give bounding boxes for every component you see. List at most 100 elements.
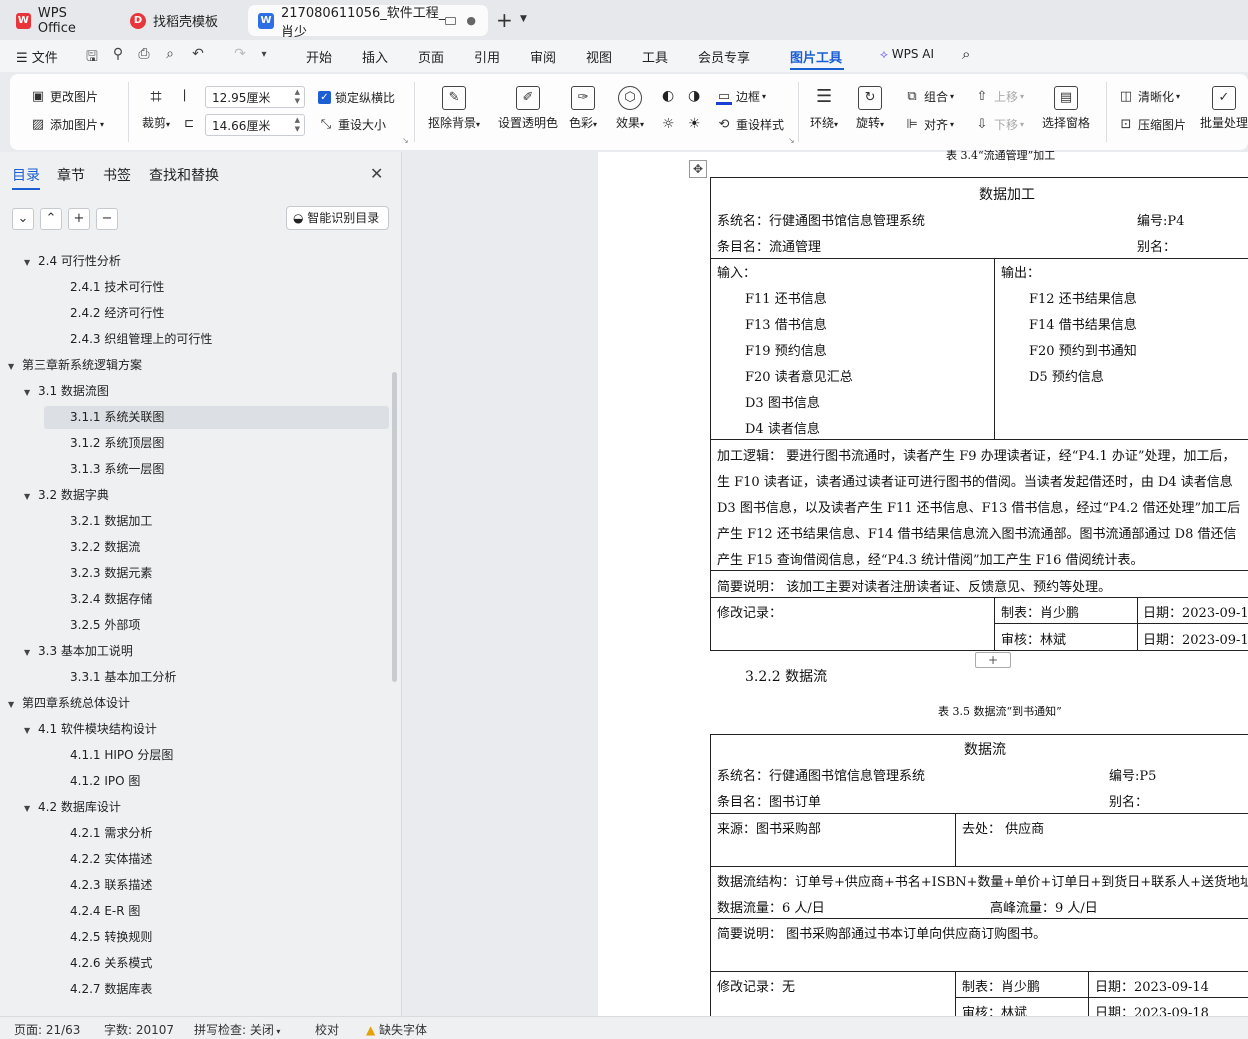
tab-bookmarks[interactable]: 书签 — [103, 165, 131, 185]
sharpen-button[interactable]: ◫ 清晰化 ▾ — [1118, 88, 1180, 105]
spell-check-toggle[interactable]: 拼写检查: 关闭 ▾ — [194, 1021, 280, 1038]
toc-item[interactable]: 4.2.2 实体描述 — [70, 848, 152, 871]
toc-item[interactable]: 3.3.1 基本加工分析 — [70, 666, 176, 689]
toc-item[interactable]: ▼ 4.1 软件模块结构设计 — [24, 718, 157, 741]
expand-arrow-icon[interactable]: ▼ — [24, 641, 38, 664]
expand-arrow-icon[interactable]: ▼ — [8, 693, 22, 716]
toc-item[interactable]: 4.2.1 需求分析 — [70, 822, 152, 845]
toc-item[interactable]: 4.2.5 转换规则 — [70, 926, 152, 949]
change-image-button[interactable]: ▣ 更改图片 — [30, 88, 98, 105]
toc-item[interactable]: 4.2.3 联系描述 — [70, 874, 152, 897]
crop-button[interactable]: ⌗ 裁剪▾ — [136, 86, 176, 131]
expand-arrow-icon[interactable]: ▼ — [8, 355, 22, 378]
expand-arrow-icon[interactable]: ▼ — [24, 719, 38, 742]
align-button[interactable]: ⊫ 对齐 ▾ — [904, 116, 954, 133]
border-button[interactable]: ▭ 边框 ▾ — [716, 88, 766, 105]
menu-insert[interactable]: 插入 — [362, 47, 388, 66]
reset-style-button[interactable]: ⟲ 重设样式 — [716, 116, 784, 133]
wps-ai-button[interactable]: ⟡ WPS AI — [880, 47, 934, 62]
sidebar-scrollbar[interactable] — [392, 372, 397, 682]
color-button[interactable]: ✑ 色彩▾ — [569, 86, 597, 131]
lock-ratio-checkbox[interactable]: ✓ 锁定纵横比 — [318, 89, 395, 106]
wrap-button[interactable]: ☰ 环绕▾ — [810, 86, 838, 131]
compress-button[interactable]: ⊡ 压缩图片 — [1118, 116, 1186, 133]
tab-document[interactable]: W 217080611056_软件工程_肖少 ● — [248, 5, 488, 40]
dialog-launcher-icon[interactable]: ↘ — [402, 136, 409, 145]
expand-arrow-icon[interactable]: ▼ — [24, 381, 38, 404]
stepper-icon[interactable]: ▲ ▼ — [295, 88, 300, 106]
chevron-down-icon[interactable]: ▾ — [256, 49, 272, 67]
expand-arrow-icon[interactable]: ▼ — [24, 797, 38, 820]
monitor-icon[interactable] — [445, 16, 456, 25]
expand-arrow-icon[interactable]: ▼ — [24, 485, 38, 508]
selection-pane-button[interactable]: ▤ 选择窗格 — [1042, 86, 1090, 131]
add-heading-button[interactable]: + — [68, 208, 90, 230]
toc-item[interactable]: 4.2.6 关系模式 — [70, 952, 152, 975]
stepper-icon[interactable]: ▲ ▼ — [295, 116, 300, 134]
toc-item[interactable]: ▼ 3.1 数据流图 — [24, 380, 109, 403]
reset-size-button[interactable]: ⤡ 重设大小 — [318, 116, 386, 133]
tab-find-replace[interactable]: 查找和替换 — [149, 165, 219, 185]
add-row-icon[interactable]: + — [975, 652, 1011, 668]
contrast-up-icon[interactable]: ◐ — [662, 88, 674, 104]
toc-item[interactable]: 3.2.1 数据加工 — [70, 510, 152, 533]
toc-item[interactable]: 4.1.1 HIPO 分层图 — [70, 744, 173, 767]
height-input[interactable]: 14.66厘米 ▲ ▼ — [205, 114, 305, 136]
toc-item[interactable]: 3.1.3 系统一层图 — [70, 458, 164, 481]
tab-wps-office[interactable]: W WPS Office — [6, 5, 114, 36]
undo-icon[interactable]: ↶ — [190, 46, 206, 64]
toc-item[interactable]: ▼ 第三章新系统逻辑方案 — [8, 354, 142, 377]
page-count[interactable]: 页面: 21/63 — [14, 1021, 80, 1038]
toc-item[interactable]: 2.4.1 技术可行性 — [70, 276, 164, 299]
toc-item[interactable]: 2.4.2 经济可行性 — [70, 302, 164, 325]
menu-page[interactable]: 页面 — [418, 47, 444, 66]
missing-font-button[interactable]: ▲ 缺失字体 — [366, 1021, 427, 1038]
toc-item[interactable]: ▼ 4.2 数据库设计 — [24, 796, 121, 819]
print-preview-icon[interactable]: ⌕ — [162, 46, 178, 64]
proofread-button[interactable]: 校对 — [315, 1021, 339, 1038]
toc-item[interactable]: 3.1.2 系统顶层图 — [70, 432, 164, 455]
toc-item[interactable]: ▼ 3.2 数据字典 — [24, 484, 109, 507]
toc-item[interactable]: ▼ 2.4 可行性分析 — [24, 250, 121, 273]
collapse-all-button[interactable]: ⌄ — [12, 208, 34, 230]
width-input[interactable]: 12.95厘米 ▲ ▼ — [205, 86, 305, 108]
menu-view[interactable]: 视图 — [586, 47, 612, 66]
effects-button[interactable]: ⬡ 效果▾ — [616, 86, 644, 131]
toc-item[interactable]: ▼ 3.3 基本加工说明 — [24, 640, 133, 663]
group-button[interactable]: ⧉ 组合 ▾ — [904, 88, 954, 105]
chevron-down-icon[interactable]: ▼ — [520, 14, 527, 24]
tab-templates[interactable]: D 找稻壳模板 — [120, 5, 242, 36]
add-image-button[interactable]: ▨ 添加图片 ▾ — [30, 116, 104, 133]
new-tab-icon[interactable]: + — [496, 8, 513, 32]
file-menu[interactable]: ☰ 文件 — [16, 47, 58, 66]
brightness-down-icon[interactable]: ☀ — [688, 116, 701, 132]
toc-item[interactable]: 4.1.2 IPO 图 — [70, 770, 140, 793]
remove-heading-button[interactable]: − — [96, 208, 118, 230]
toc-item[interactable]: 3.1.1 系统关联图 — [44, 406, 389, 429]
menu-reference[interactable]: 引用 — [474, 47, 500, 66]
toc-item[interactable]: 4.2.7 数据库表 — [70, 978, 152, 1001]
tab-chapters[interactable]: 章节 — [57, 165, 85, 185]
toc-item[interactable]: 3.2.3 数据元素 — [70, 562, 152, 585]
print-icon[interactable]: ⎙ — [136, 46, 152, 64]
move-down-button[interactable]: ⇩ 下移 ▾ — [974, 116, 1024, 133]
menu-picture-tools[interactable]: 图片工具 — [790, 47, 842, 66]
brightness-up-icon[interactable]: ☼ — [662, 116, 675, 132]
set-transparent-button[interactable]: ✐ 设置透明色 — [498, 86, 558, 131]
toc-item[interactable]: 3.2.2 数据流 — [70, 536, 140, 559]
redo-icon[interactable]: ↷ — [232, 46, 248, 64]
rotate-button[interactable]: ↻ 旋转▾ — [856, 86, 884, 131]
toc-item[interactable]: 4.2.4 E-R 图 — [70, 900, 140, 923]
toc-item[interactable]: 3.2.5 外部项 — [70, 614, 140, 637]
close-icon[interactable]: ✕ — [370, 164, 383, 183]
share-icon[interactable]: ⚲ — [110, 46, 126, 64]
tab-toc[interactable]: 目录 — [12, 165, 40, 185]
word-count[interactable]: 字数: 20107 — [104, 1021, 174, 1038]
toc-item[interactable]: ▼ 第四章系统总体设计 — [8, 692, 130, 715]
menu-review[interactable]: 审阅 — [530, 47, 556, 66]
table-move-handle-icon[interactable]: ✥ — [689, 160, 707, 178]
move-up-button[interactable]: ⇧ 上移 ▾ — [974, 88, 1024, 105]
toc-item[interactable]: 2.4.3 织组管理上的可行性 — [70, 328, 212, 351]
search-icon[interactable]: ⌕ — [962, 45, 970, 63]
menu-tools[interactable]: 工具 — [642, 47, 668, 66]
